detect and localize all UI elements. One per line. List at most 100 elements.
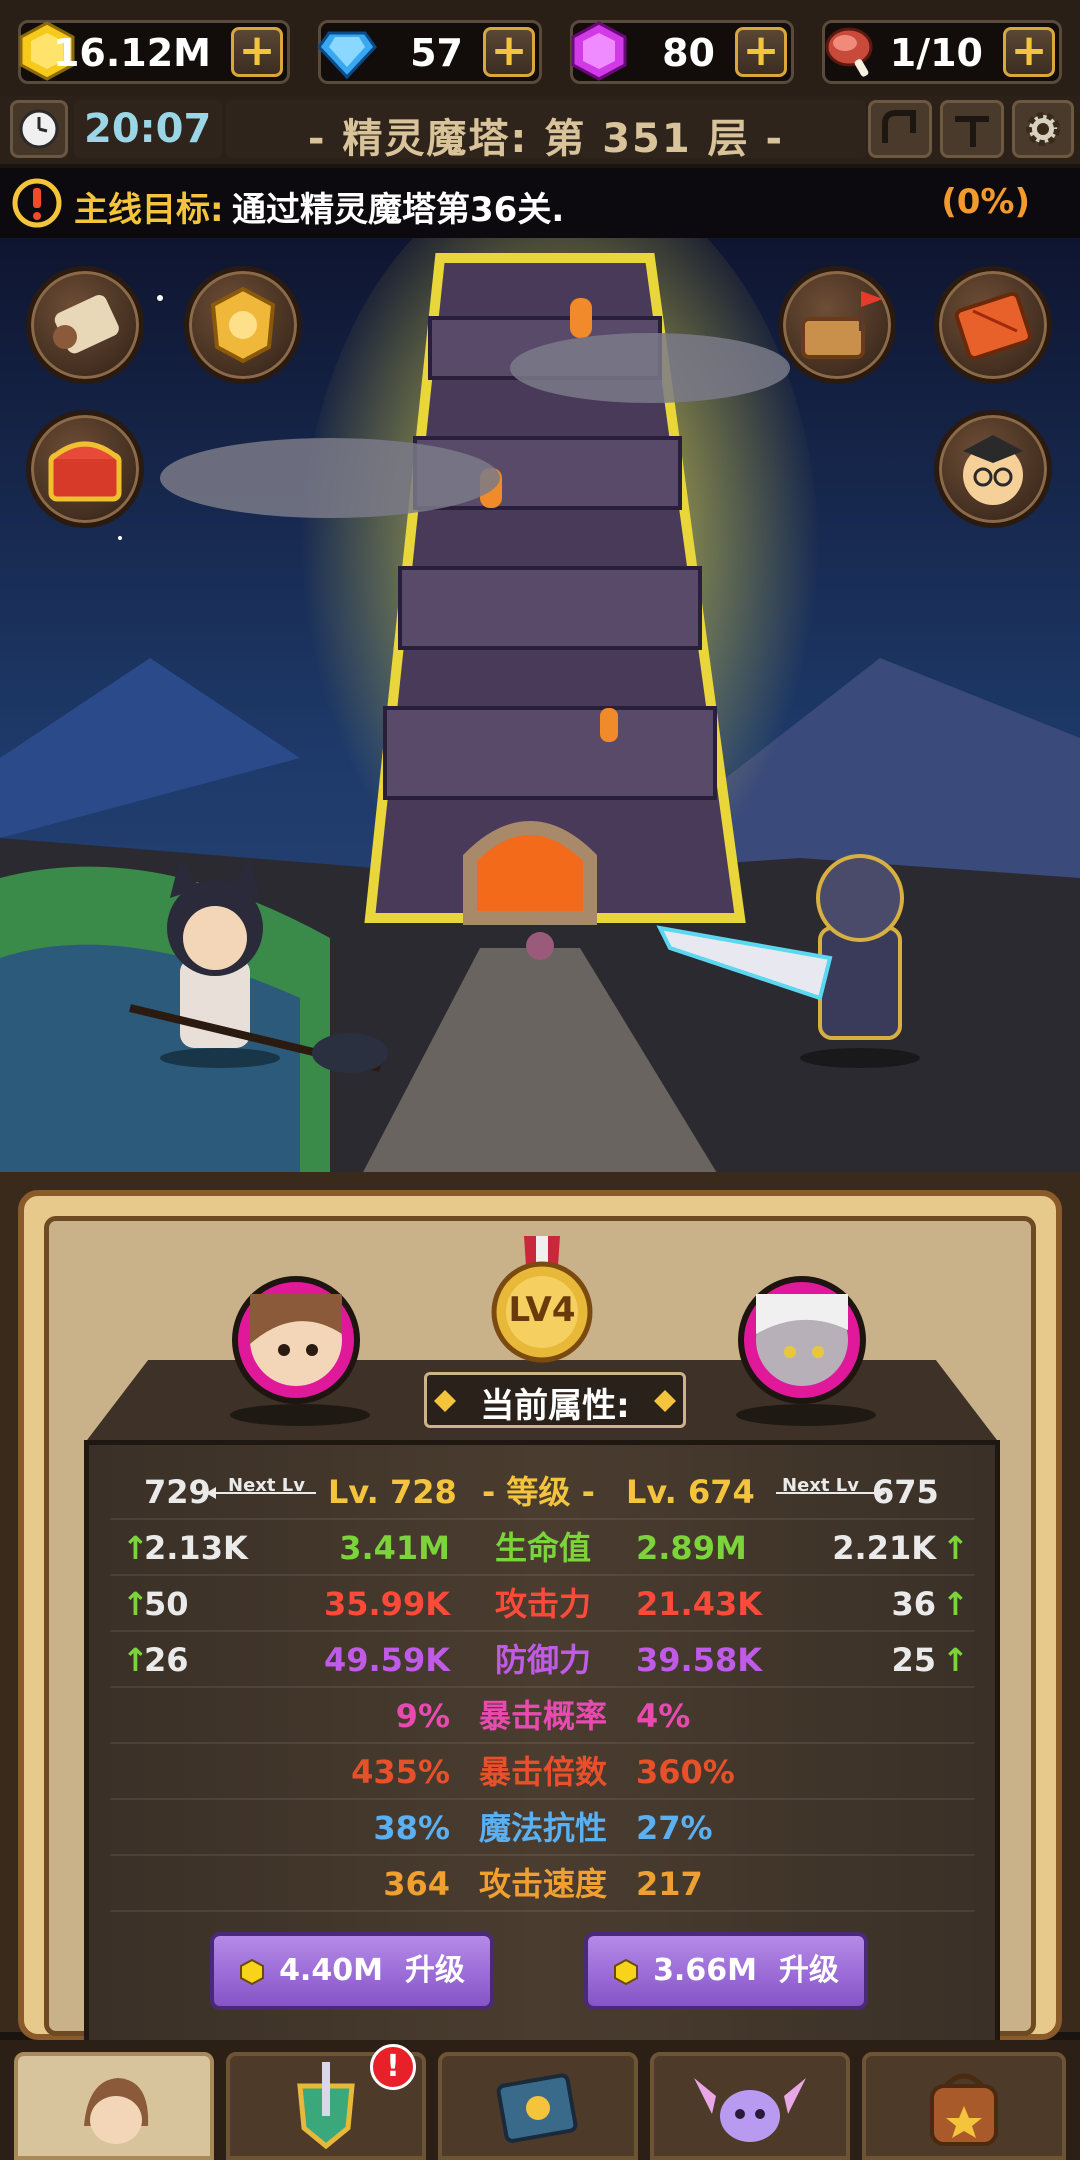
clock-icon [19, 109, 59, 149]
stat-row: 435% 暴击倍数 360% [110, 1744, 974, 1800]
left-level: Lv. 728 [328, 1473, 457, 1511]
left-next-level: 729 [144, 1473, 211, 1511]
scroll-button[interactable] [26, 266, 144, 384]
upgrade-enemy-button[interactable]: 3.66M 升级 [584, 1932, 868, 2010]
add-pink-gem-button[interactable]: + [735, 27, 787, 77]
stat-row: 364 攻击速度 217 [110, 1856, 974, 1912]
gold-gem-icon [240, 1958, 265, 1985]
left-avatar-shadow [230, 1404, 370, 1426]
status-bar: 20:07 - 精灵魔塔: 第 351 层 - [0, 96, 1080, 164]
stamina-value: 1/10 [889, 31, 983, 75]
pin-button[interactable] [940, 100, 1004, 158]
attribute-panel: LV4 当前属性: 729 Next Lv Lv. 728 - 等级 - Lv.… [0, 1172, 1080, 2050]
rank-badge-text: LV4 [508, 1290, 576, 1330]
bottom-nav: ! [0, 2040, 1080, 2160]
stat-row: ↑ 26 49.59K 防御力 39.58K 25 ↑ [110, 1632, 974, 1688]
enemy-face [756, 1294, 848, 1386]
winged-pet-icon [694, 2078, 806, 2142]
ledger-button[interactable] [934, 266, 1052, 384]
alert-icon [12, 178, 62, 228]
attribute-title: 当前属性: [480, 1386, 630, 1426]
left-value: 364 [383, 1865, 450, 1903]
right-arrow-icon [776, 1487, 886, 1499]
battle-scene [0, 238, 1080, 1178]
stat-row: ↑ 50 35.99K 攻击力 21.43K 36 ↑ [110, 1576, 974, 1632]
gear-icon [1026, 112, 1060, 146]
tower-background [0, 238, 1080, 1178]
pink-gem-icon [571, 21, 627, 81]
increase-arrow-icon: ↑ [942, 1585, 969, 1623]
gold-gem-icon [614, 1958, 639, 1985]
right-value: 360% [636, 1753, 735, 1791]
stat-name: 魔法抗性 [478, 1809, 607, 1847]
curl-arrow-icon [882, 110, 916, 143]
left-value: 435% [351, 1753, 450, 1791]
clock-button[interactable] [10, 100, 68, 158]
right-value: 27% [636, 1809, 713, 1847]
quest-text: 通过精灵魔塔第36关. [232, 190, 565, 230]
right-level: Lv. 674 [626, 1473, 755, 1511]
heroine-face [250, 1294, 342, 1386]
heroine-face-icon [250, 1294, 342, 1356]
enemy-avatar[interactable] [738, 1276, 866, 1404]
stat-name: 暴击概率 [478, 1697, 607, 1735]
main-quest-bar[interactable]: 主线目标: 通过精灵魔塔第36关. (0%) [0, 168, 1080, 238]
level-label: - 等级 - [482, 1473, 595, 1511]
ledger-book-icon [954, 291, 1032, 361]
stamina-counter: 1/10 + [822, 20, 1062, 84]
resource-bar: 16.12M + 57 + 80 + 1/10 + [0, 0, 1080, 100]
redo-button[interactable] [868, 100, 932, 158]
stat-name: 攻击速度 [478, 1865, 607, 1903]
right-next-level: 675 [872, 1473, 939, 1511]
add-stamina-button[interactable]: + [1003, 27, 1055, 77]
gold-counter: 16.12M + [18, 20, 290, 84]
pink-gem-counter: 80 + [570, 20, 794, 84]
stat-row: 38% 魔法抗性 27% [110, 1800, 974, 1856]
treasure-chest-button[interactable] [26, 410, 144, 528]
quest-chest-button[interactable] [778, 266, 896, 384]
increase-arrow-icon: ↑ [942, 1641, 969, 1679]
add-gold-button[interactable]: + [231, 27, 283, 77]
golden-ornament-button[interactable] [184, 266, 302, 384]
enemy-face-icon [756, 1294, 848, 1358]
scroll-icon [53, 295, 119, 354]
tab-inventory[interactable] [862, 2052, 1066, 2160]
rank-medal: LV4 [488, 1236, 596, 1366]
tab-equipment[interactable]: ! [226, 2044, 426, 2160]
settings-button[interactable] [1012, 100, 1074, 158]
left-value: 9% [395, 1697, 450, 1735]
right-avatar-shadow [736, 1404, 876, 1426]
stat-row: 9% 暴击概率 4% [110, 1688, 974, 1744]
right-value: 217 [636, 1865, 703, 1903]
pink-gem-value: 80 [662, 31, 715, 75]
scholar-portrait-icon [963, 435, 1023, 505]
upgrade-heroine-cost: 4.40M [279, 1953, 383, 1988]
upgrade-heroine-label: 升级 [404, 1953, 465, 1988]
floor-title: - 精灵魔塔: 第 351 层 - [307, 116, 785, 162]
heroine-avatar[interactable] [232, 1276, 360, 1404]
stat-name: 暴击倍数 [478, 1753, 607, 1791]
spellbook-icon [496, 2073, 578, 2143]
hero-portrait-icon [84, 2078, 149, 2144]
tab-spellbook[interactable] [438, 2052, 638, 2160]
gold-value: 16.12M [52, 31, 211, 75]
quest-label: 主线目标: [74, 190, 224, 230]
increase-arrow-icon: ↑ [942, 1529, 969, 1567]
diamond-counter: 57 + [317, 20, 542, 84]
tab-hero[interactable] [14, 2052, 214, 2160]
chest-flag-icon [801, 291, 883, 359]
upgrade-heroine-button[interactable]: 4.40M 升级 [210, 1932, 494, 2010]
notification-badge: ! [370, 2044, 416, 2090]
add-diamond-button[interactable]: + [483, 27, 535, 77]
tab-pet[interactable] [650, 2052, 850, 2160]
clock-time: 20:07 [84, 106, 212, 152]
left-value: 38% [373, 1809, 450, 1847]
diamond-value: 57 [410, 31, 463, 75]
meat-icon [825, 27, 873, 77]
scholar-button[interactable] [934, 410, 1052, 528]
right-increment: 25 [891, 1641, 936, 1679]
right-increment: 2.21K [832, 1529, 936, 1567]
blue-diamond-icon [317, 31, 377, 80]
quest-progress: (0%) [941, 182, 1030, 222]
upgrade-enemy-cost: 3.66M [653, 1953, 757, 1988]
